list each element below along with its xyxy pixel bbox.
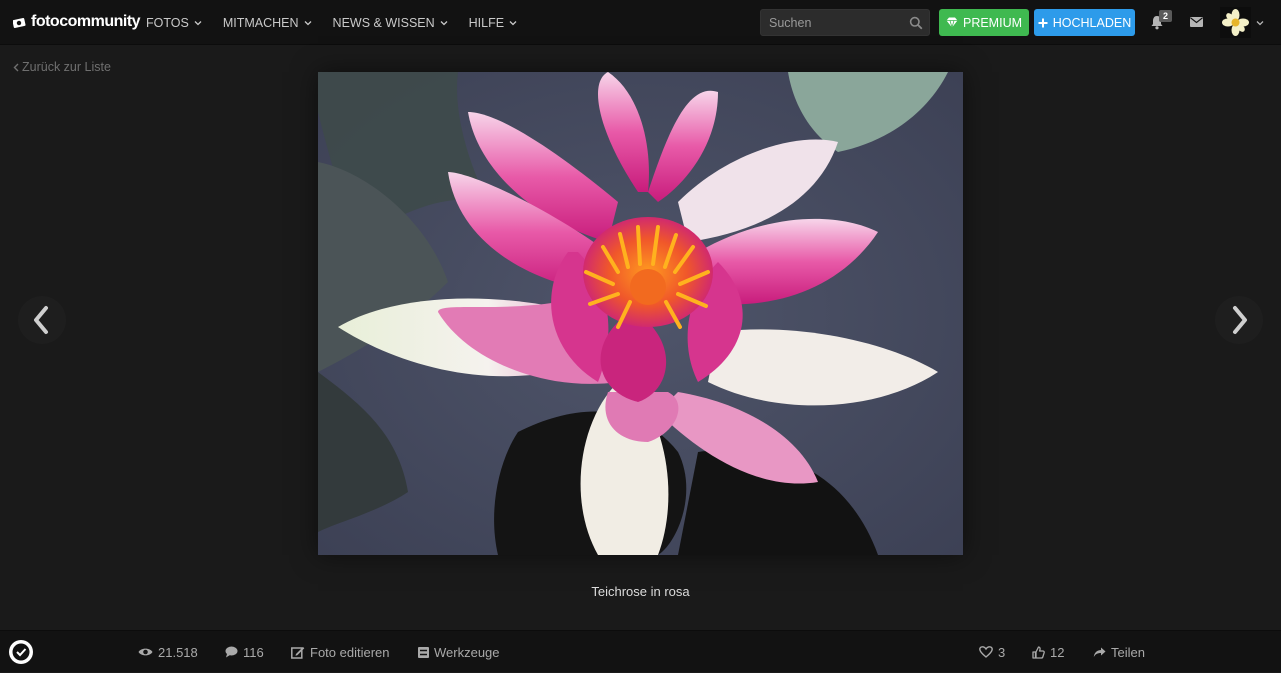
chevron-down-icon xyxy=(304,20,312,25)
chevron-down-icon xyxy=(440,20,448,25)
chevron-down-icon[interactable] xyxy=(1256,19,1264,27)
share-button[interactable]: Teilen xyxy=(1093,631,1145,673)
back-link-label: Zurück zur Liste xyxy=(22,60,111,74)
nav-item-label: MITMACHEN xyxy=(222,15,299,30)
favorite-button[interactable]: 3 xyxy=(979,631,1005,673)
photo-caption: Teichrose in rosa xyxy=(591,584,690,599)
plus-icon xyxy=(1038,18,1048,27)
search-icon[interactable] xyxy=(909,16,923,30)
notification-badge: 2 xyxy=(1159,10,1172,22)
tools-icon xyxy=(418,646,429,658)
edit-photo-button[interactable]: Foto editieren xyxy=(291,631,390,673)
water-lily-photo xyxy=(318,72,963,555)
like-button[interactable]: 12 xyxy=(1032,631,1064,673)
top-navigation-bar: fotocommunity FOTOS MITMACHEN NEWS & WIS… xyxy=(0,0,1281,45)
chevron-down-icon xyxy=(194,20,202,25)
avatar-flower-icon xyxy=(1222,9,1249,36)
nav-item-label: HILFE xyxy=(468,15,505,30)
nav-item-label: FOTOS xyxy=(146,15,189,30)
photo-action-bar: 21.518 116 Foto editieren Werkzeuge 3 12… xyxy=(0,630,1281,672)
main-photo[interactable] xyxy=(318,72,963,555)
eye-icon xyxy=(138,648,153,656)
tools-button[interactable]: Werkzeuge xyxy=(418,631,500,673)
edit-photo-label: Foto editieren xyxy=(310,644,390,660)
edit-icon xyxy=(291,646,305,659)
search-input[interactable] xyxy=(769,15,909,31)
search-box xyxy=(760,9,930,36)
main-nav: FOTOS MITMACHEN NEWS & WISSEN HILFE xyxy=(146,0,538,45)
thumbs-up-icon xyxy=(1032,645,1045,659)
nav-item-hilfe[interactable]: HILFE xyxy=(469,16,517,30)
nav-item-label: NEWS & WISSEN xyxy=(332,15,435,30)
comments-value: 116 xyxy=(243,644,264,660)
nav-item-mitmachen[interactable]: MITMACHEN xyxy=(223,16,312,30)
site-logo[interactable]: fotocommunity xyxy=(13,11,141,33)
chevron-left-icon xyxy=(13,63,19,71)
comments-count[interactable]: 116 xyxy=(225,631,264,673)
next-photo-button[interactable] xyxy=(1215,296,1263,344)
upload-button[interactable]: HOCHLADEN xyxy=(1034,9,1135,36)
diamond-icon xyxy=(946,17,958,28)
favorite-value: 3 xyxy=(998,644,1006,660)
comment-icon xyxy=(225,646,238,658)
avatar[interactable] xyxy=(1220,7,1251,38)
share-icon xyxy=(1093,647,1106,657)
premium-button[interactable]: PREMIUM xyxy=(939,9,1029,36)
previous-photo-button[interactable] xyxy=(18,296,66,344)
heart-icon xyxy=(979,646,993,658)
views-value: 21.518 xyxy=(158,644,198,660)
views-count: 21.518 xyxy=(138,631,198,673)
verified-check-icon[interactable] xyxy=(9,640,33,664)
premium-label: PREMIUM xyxy=(962,15,1023,30)
verified-check-svg xyxy=(12,643,30,661)
upload-label: HOCHLADEN xyxy=(1052,15,1132,30)
logo-text: fotocommunity xyxy=(31,13,141,30)
share-label: Teilen xyxy=(1111,644,1145,660)
chevron-down-icon xyxy=(509,20,517,25)
nav-item-news-wissen[interactable]: NEWS & WISSEN xyxy=(333,16,448,30)
tools-label: Werkzeuge xyxy=(434,644,500,660)
envelope-icon[interactable] xyxy=(1190,17,1203,27)
nav-item-fotos[interactable]: FOTOS xyxy=(146,16,202,30)
back-to-list-link[interactable]: Zurück zur Liste xyxy=(13,60,111,74)
like-value: 12 xyxy=(1050,644,1065,660)
camera-logo-icon xyxy=(13,18,26,28)
